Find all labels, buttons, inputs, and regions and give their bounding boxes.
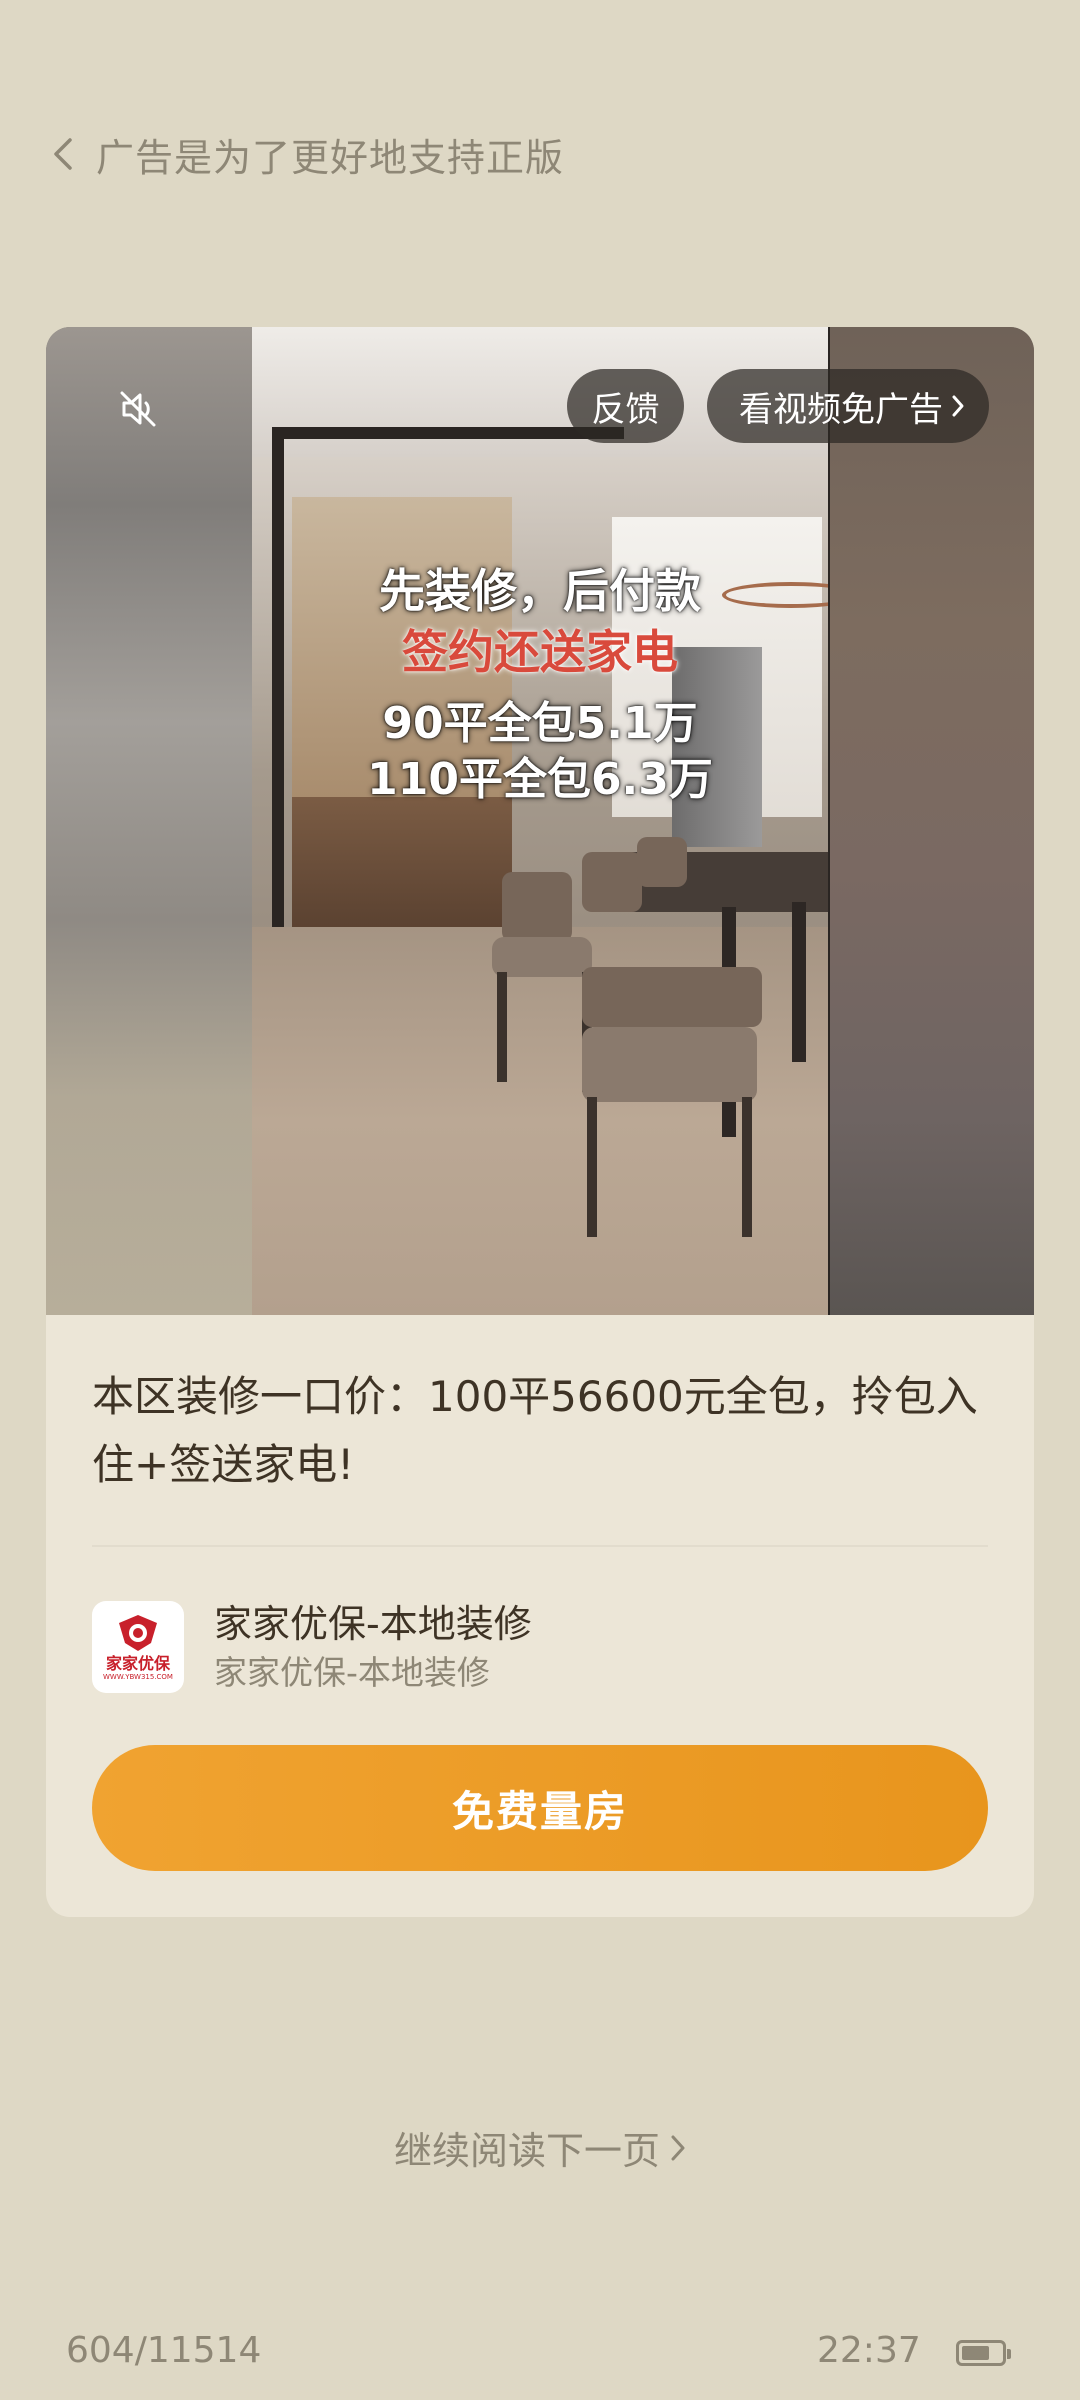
advertiser-name: 家家优保-本地装修	[214, 1602, 532, 1646]
free-measurement-button[interactable]: 免费量房	[92, 1745, 988, 1871]
ad-card[interactable]: 先装修，后付款 签约还送家电 90平全包5.1万 110平全包6.3万 反馈 看…	[46, 327, 1034, 1917]
chevron-right-icon	[951, 394, 965, 418]
ad-video[interactable]: 先装修，后付款 签约还送家电 90平全包5.1万 110平全包6.3万 反馈 看…	[46, 327, 1034, 1315]
logo-text: 家家优保	[105, 1654, 170, 1673]
page-title: 广告是为了更好地支持正版	[96, 135, 565, 180]
advertiser-logo: 家家优保 WWW.YBW315.COM	[92, 1601, 184, 1693]
reader-status-bar: 604/11514 22:37	[0, 2330, 1080, 2380]
ad-headline[interactable]: 本区装修一口价：100平56600元全包，拎包入住+签送家电!	[92, 1363, 992, 1499]
divider	[92, 1545, 988, 1547]
chevron-left-icon[interactable]	[52, 124, 92, 184]
feedback-button[interactable]: 反馈	[567, 369, 684, 443]
overlay-price-2: 110平全包6.3万	[367, 754, 713, 805]
page-progress: 604/11514	[66, 2330, 262, 2371]
advertiser-subtitle: 家家优保-本地装修	[214, 1653, 490, 1692]
video-blur-left	[46, 327, 252, 1315]
watch-video-remove-ads-button[interactable]: 看视频免广告	[707, 369, 989, 443]
video-frame	[252, 327, 828, 1315]
battery-icon	[956, 2340, 1011, 2366]
logo-url: WWW.YBW315.COM	[103, 1673, 173, 1681]
advertiser-info[interactable]: 家家优保 WWW.YBW315.COM 家家优保-本地装修 家家优保-本地装修	[92, 1599, 532, 1695]
volume-mute-icon[interactable]	[106, 377, 170, 441]
continue-reading-link[interactable]: 继续阅读下一页	[0, 2120, 1080, 2175]
video-blur-right	[828, 327, 1034, 1315]
clock: 22:37	[817, 2330, 921, 2371]
shield-logo-icon	[119, 1615, 157, 1651]
top-bar: 广告是为了更好地支持正版	[52, 124, 564, 184]
battery-level	[962, 2346, 989, 2360]
watch-video-label: 看视频免广告	[739, 389, 943, 430]
chevron-right-icon	[670, 2133, 686, 2163]
continue-reading-label: 继续阅读下一页	[393, 2129, 660, 2173]
overlay-price-1: 90平全包5.1万	[382, 698, 698, 749]
overlay-promo: 签约还送家电	[402, 625, 678, 679]
feedback-label: 反馈	[591, 389, 660, 430]
overlay-headline: 先装修，后付款	[379, 564, 701, 618]
